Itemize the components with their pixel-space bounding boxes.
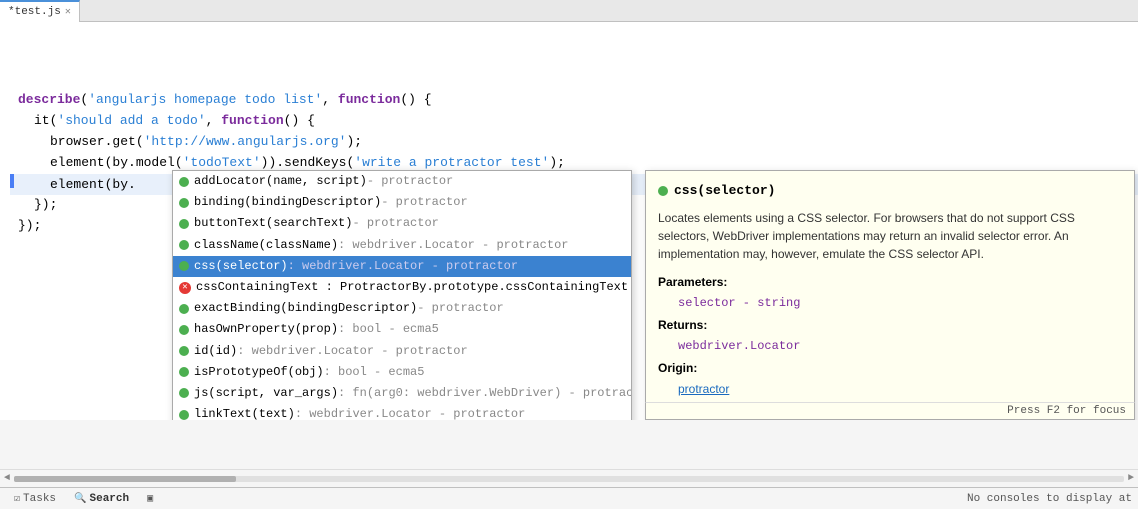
completion-dot-icon <box>179 410 189 420</box>
autocomplete-item[interactable]: js(script, var_args) : fn(arg0: webdrive… <box>173 383 631 404</box>
doc-parameter-selector: selector - string <box>678 294 1122 312</box>
doc-parameters-label: Parameters: <box>658 273 1122 291</box>
doc-title-dot <box>658 186 668 196</box>
doc-origin-link[interactable]: protractor <box>678 382 729 396</box>
doc-panel: css(selector) Locates elements using a C… <box>645 170 1135 420</box>
error-icon: ✕ <box>179 282 191 294</box>
tab-close-icon[interactable]: ✕ <box>65 6 71 18</box>
hscroll-right[interactable]: ► <box>1128 473 1134 484</box>
code-line: browser.get('http://www.angularjs.org'); <box>10 132 1138 153</box>
autocomplete-popup: addLocator(name, script) - protractorbin… <box>172 170 632 420</box>
autocomplete-item[interactable]: exactBinding(bindingDescriptor) - protra… <box>173 298 631 319</box>
hscroll-left[interactable]: ◄ <box>4 473 10 484</box>
completion-dot-icon <box>179 219 189 229</box>
tasks-icon: ☑ <box>14 493 20 505</box>
autocomplete-list[interactable]: addLocator(name, script) - protractorbin… <box>173 171 631 420</box>
completion-dot-icon <box>179 177 189 187</box>
console-icon: ▣ <box>147 493 153 505</box>
autocomplete-item[interactable]: id(id) : webdriver.Locator - protractor <box>173 341 631 362</box>
completion-dot-icon <box>179 240 189 250</box>
doc-description: Locates elements using a CSS selector. F… <box>658 209 1122 263</box>
autocomplete-item[interactable]: className(className) : webdriver.Locator… <box>173 235 631 256</box>
completion-dot-icon <box>179 198 189 208</box>
autocomplete-item[interactable]: buttonText(searchText) - protractor <box>173 213 631 234</box>
autocomplete-item[interactable]: binding(bindingDescriptor) - protractor <box>173 192 631 213</box>
completion-dot-icon <box>179 388 189 398</box>
status-bar: ☑ Tasks 🔍 Search ▣ No consoles to displa… <box>0 487 1138 509</box>
code-line: describe('angularjs homepage todo list',… <box>10 90 1138 111</box>
completion-dot-icon <box>179 325 189 335</box>
completion-dot-icon <box>179 346 189 356</box>
tab-bar: *test.js ✕ <box>0 0 1138 22</box>
doc-returns-value: webdriver.Locator <box>678 337 1122 355</box>
doc-title-text: css(selector) <box>674 181 775 201</box>
autocomplete-item[interactable]: isPrototypeOf(obj) : bool - ecma5 <box>173 362 631 383</box>
doc-returns-label: Returns: <box>658 316 1122 334</box>
completion-dot-icon <box>179 367 189 377</box>
completion-dot-icon <box>179 261 189 271</box>
status-tab-search[interactable]: 🔍 Search <box>66 491 137 507</box>
editor-area: describe('angularjs homepage todo list',… <box>0 22 1138 420</box>
editor-tab[interactable]: *test.js ✕ <box>0 0 80 22</box>
status-tasks-label: Tasks <box>23 493 56 505</box>
doc-origin-label: Origin: <box>658 359 1122 377</box>
status-tab-tasks[interactable]: ☑ Tasks <box>6 491 64 507</box>
search-icon: 🔍 <box>74 493 86 505</box>
autocomplete-item[interactable]: addLocator(name, script) - protractor <box>173 171 631 192</box>
autocomplete-item[interactable]: linkText(text) : webdriver.Locator - pro… <box>173 404 631 420</box>
doc-footer: Press F2 for focus <box>645 402 1135 420</box>
tab-label: *test.js <box>8 6 61 18</box>
editor-hscroll[interactable]: ◄ ► <box>0 469 1138 487</box>
doc-title: css(selector) <box>658 181 1122 201</box>
code-line: it('should add a todo', function() { <box>10 111 1138 132</box>
status-search-label: Search <box>90 493 130 505</box>
doc-footer-text: Press F2 for focus <box>1007 405 1126 417</box>
status-console-text: No consoles to display at <box>967 493 1132 505</box>
autocomplete-item[interactable]: hasOwnProperty(prop) : bool - ecma5 <box>173 319 631 340</box>
status-tabs: ☑ Tasks 🔍 Search ▣ <box>6 491 161 507</box>
autocomplete-item[interactable]: ✕cssContainingText : ProtractorBy.protot… <box>173 277 631 298</box>
status-tab-console[interactable]: ▣ <box>139 491 161 507</box>
autocomplete-item[interactable]: css(selector) : webdriver.Locator - prot… <box>173 256 631 277</box>
completion-dot-icon <box>179 304 189 314</box>
